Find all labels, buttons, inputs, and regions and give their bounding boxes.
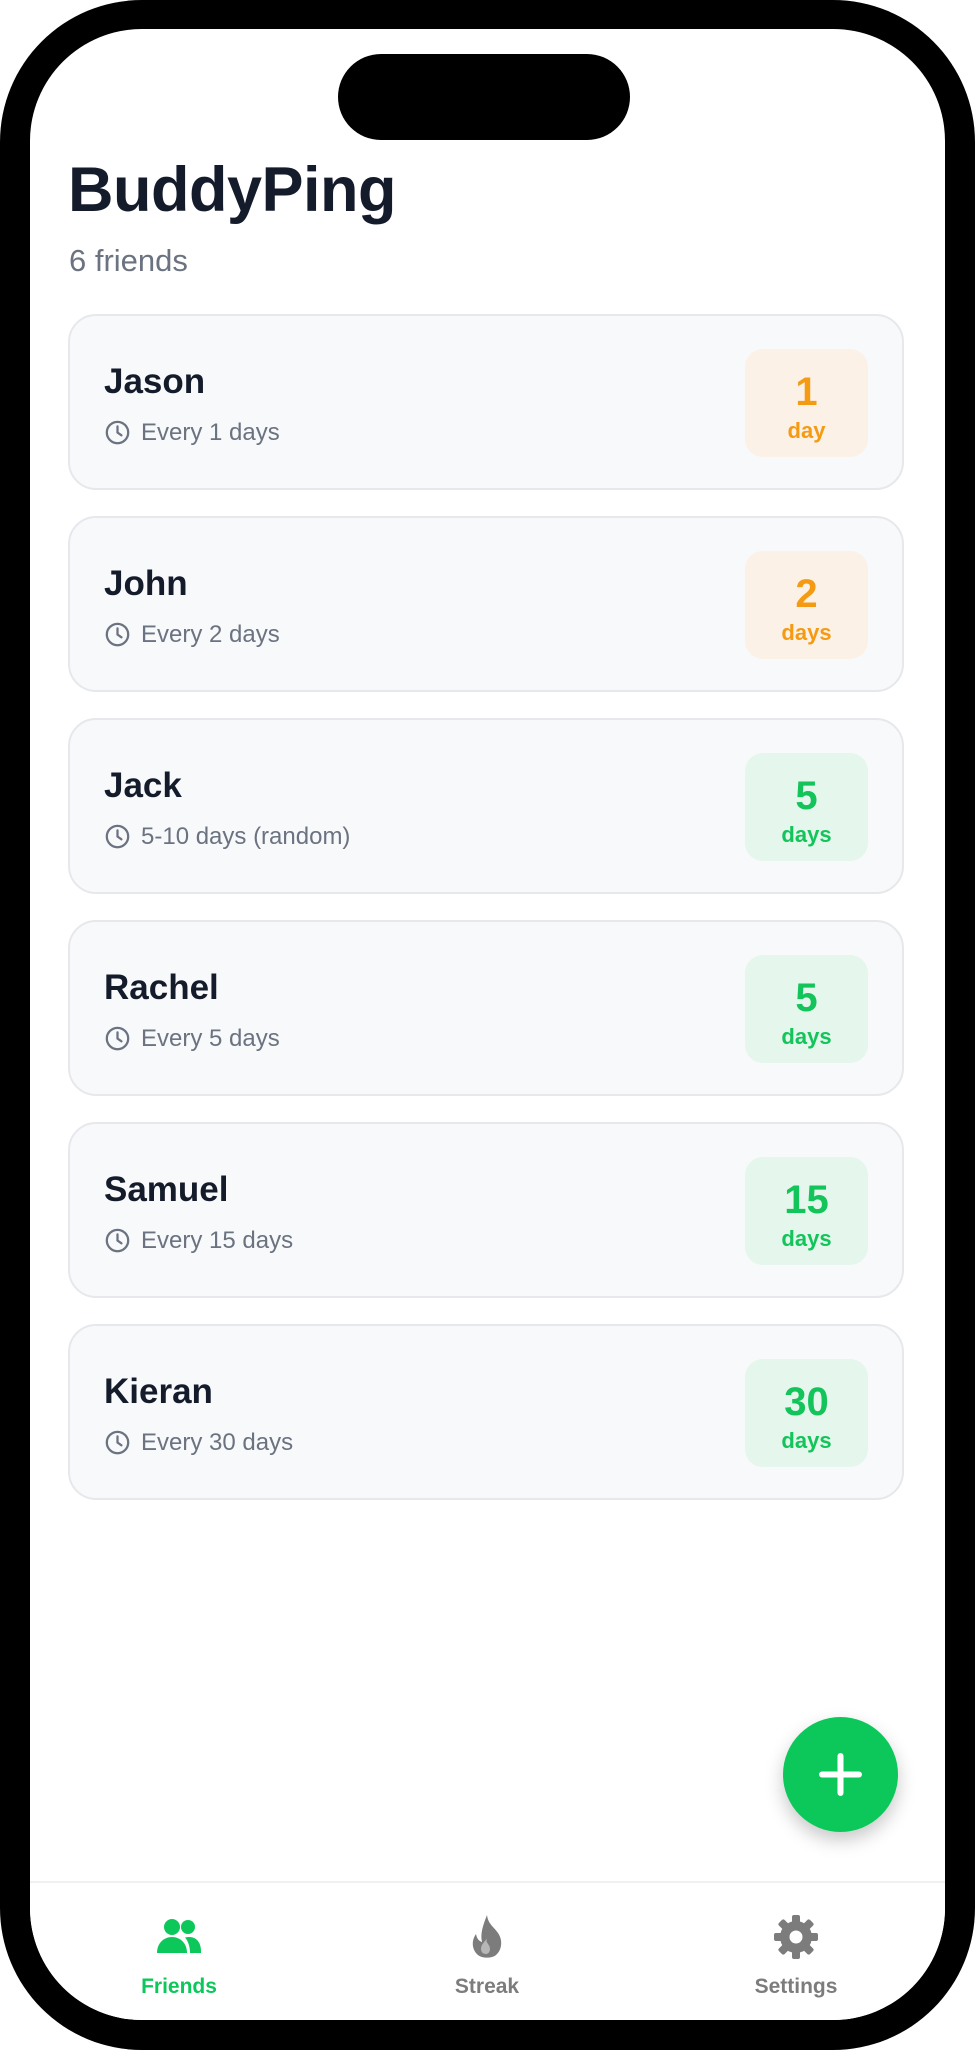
friend-name: John (104, 564, 188, 603)
days-unit: days (781, 620, 832, 645)
days-unit: day (787, 418, 826, 443)
friend-name: Jack (104, 766, 182, 805)
clock-icon (105, 1026, 130, 1051)
schedule-text: Every 1 days (141, 418, 280, 446)
schedule-text: Every 30 days (141, 1428, 294, 1456)
tab-streak[interactable]: Streak (387, 1883, 587, 2013)
friend-card-kieran[interactable]: Kieran Every 30 days 30 days (68, 1324, 904, 1500)
days-badge: 15 days (745, 1157, 868, 1265)
flame-icon (472, 1915, 502, 1958)
clock-icon (105, 622, 130, 647)
friend-card-samuel[interactable]: Samuel Every 15 days 15 days (68, 1122, 904, 1298)
days-unit: days (781, 1226, 832, 1251)
days-badge: 5 days (745, 955, 868, 1063)
page-title: BuddyPing (68, 155, 396, 225)
phone-frame: BuddyPing 6 friends Jason Every 1 days 1… (0, 0, 975, 2050)
friend-schedule: 5-10 days (random) (104, 823, 350, 850)
dynamic-island (338, 54, 630, 140)
friend-name: Kieran (104, 1372, 213, 1411)
friend-card-john[interactable]: John Every 2 days 2 days (68, 516, 904, 692)
tab-settings[interactable]: Settings (696, 1883, 896, 2013)
friend-count: 6 friends (69, 243, 188, 278)
tab-label: Streak (454, 1975, 520, 1998)
days-count: 5 (795, 774, 818, 818)
clock-icon (105, 1430, 130, 1455)
schedule-text: Every 2 days (141, 620, 280, 648)
days-count: 30 (784, 1380, 829, 1424)
tab-friends[interactable]: Friends (79, 1883, 279, 2013)
friend-card-jason[interactable]: Jason Every 1 days 1 day (68, 314, 904, 490)
friend-schedule: Every 15 days (104, 1227, 293, 1254)
days-badge: 5 days (745, 753, 868, 861)
tab-label: Settings (754, 1975, 838, 1998)
clock-icon (105, 1228, 130, 1253)
friend-schedule: Every 30 days (104, 1429, 293, 1456)
days-count: 2 (795, 572, 818, 616)
days-count: 5 (795, 976, 818, 1020)
friends-icon (157, 1919, 201, 1953)
tab-label: Friends (141, 1975, 217, 1998)
add-friend-button[interactable] (783, 1717, 898, 1832)
app-screen: BuddyPing 6 friends Jason Every 1 days 1… (30, 29, 945, 2020)
gear-icon (774, 1915, 818, 1959)
days-badge: 1 day (745, 349, 868, 457)
days-count: 15 (784, 1178, 829, 1222)
friend-schedule: Every 1 days (104, 419, 280, 446)
days-unit: days (781, 822, 832, 847)
friend-name: Jason (104, 362, 206, 401)
friend-schedule: Every 5 days (104, 1025, 280, 1052)
schedule-text: 5-10 days (random) (141, 822, 351, 850)
days-count: 1 (795, 370, 818, 414)
days-unit: days (781, 1024, 832, 1049)
days-unit: days (781, 1428, 832, 1453)
friend-card-rachel[interactable]: Rachel Every 5 days 5 days (68, 920, 904, 1096)
schedule-text: Every 15 days (141, 1226, 294, 1254)
friend-name: Samuel (104, 1170, 229, 1209)
friend-card-jack[interactable]: Jack 5-10 days (random) 5 days (68, 718, 904, 894)
plus-icon (819, 1753, 862, 1796)
days-badge: 2 days (745, 551, 868, 659)
clock-icon (105, 824, 130, 849)
tab-bar: Friends Streak Settings (30, 1881, 945, 2020)
friend-schedule: Every 2 days (104, 621, 280, 648)
friend-name: Rachel (104, 968, 219, 1007)
schedule-text: Every 5 days (141, 1024, 280, 1052)
days-badge: 30 days (745, 1359, 868, 1467)
clock-icon (105, 420, 130, 445)
